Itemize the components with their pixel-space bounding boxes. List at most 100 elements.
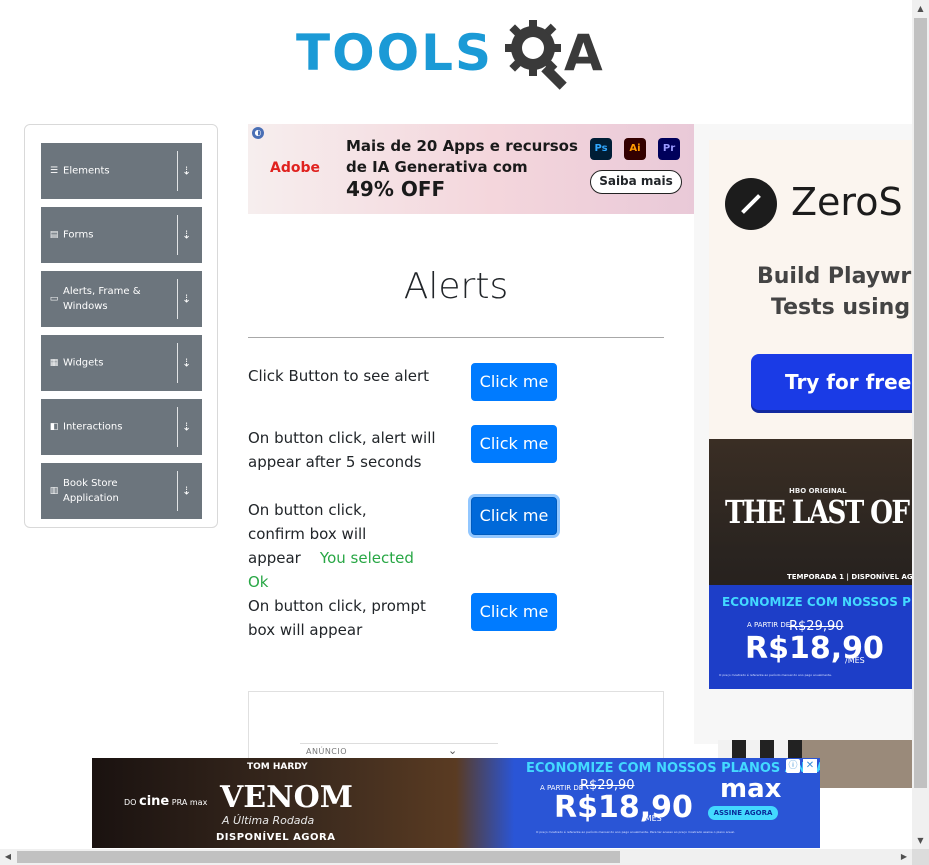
divider	[177, 215, 178, 255]
sidebar-group-label: Alerts, Frame & Windows	[63, 286, 141, 312]
promo-text-main: ECONOMIZE COM NOSSOS	[722, 595, 898, 609]
promo-from: A PARTIR DE	[747, 621, 791, 629]
promo-text: ECONOMIZE COM NOSSOS PLA	[722, 595, 912, 609]
expand-icon: ⇣	[182, 484, 192, 498]
ad-label-text: ANÚNCIO	[306, 747, 348, 756]
movie-title: VENOM	[220, 780, 353, 815]
ad-headline: Mais de 20 Apps e recursos de IA Generat…	[346, 136, 578, 178]
movie-subtitle: A Última Rodada	[222, 814, 315, 827]
grid-icon: ▦	[49, 358, 59, 368]
hamburger-icon: ☰	[49, 166, 59, 176]
scroll-thumb[interactable]	[17, 851, 620, 863]
cine-text: cine	[139, 794, 170, 809]
ad-headline-line2: de IA Generativa com	[346, 158, 528, 176]
expand-icon: ⇣	[182, 292, 192, 306]
confirm-button[interactable]: Click me	[471, 497, 557, 535]
right-ad-column[interactable]: ZeroS Build Playwr Tests using Try for f…	[694, 124, 912, 744]
ad-info-icon[interactable]: ⓘ	[786, 759, 800, 773]
alert-row-2-label: On button click, alert will appear after…	[248, 429, 436, 471]
sidebar-group-forms[interactable]: ▤ Forms ⇣	[41, 207, 202, 263]
divider	[177, 471, 178, 511]
ad-choices-icon[interactable]: ◐	[252, 127, 264, 139]
expand-icon: ⇣	[182, 164, 192, 178]
page-title: Alerts	[403, 266, 509, 307]
sidebar-group-label: Book Store Application	[63, 478, 119, 504]
scroll-thumb[interactable]	[914, 18, 927, 788]
price-period: /MÊS	[845, 656, 865, 665]
gear-magnifier-icon	[505, 20, 567, 90]
window-icon: ▭	[49, 294, 59, 304]
price: R$18,90	[554, 790, 693, 825]
premiere-icon: Pr	[658, 138, 680, 160]
ad-headline-line1: Mais de 20 Apps e recursos	[346, 137, 578, 155]
lou-title: THE LAST OF US	[725, 493, 912, 531]
zerostep-name: ZeroS	[791, 180, 903, 224]
venom-max-ad-banner[interactable]: DO cine PRA max TOM HARDY VENOM A Última…	[92, 758, 820, 848]
close-icon[interactable]: ✕	[803, 759, 817, 773]
try-for-free-button[interactable]: Try for free	[751, 354, 912, 410]
sidebar-group-label: Widgets	[63, 357, 104, 369]
form-icon: ▤	[49, 230, 59, 240]
lou-season: TEMPORADA 1 | DISPONÍVEL AGO	[787, 573, 912, 581]
scroll-down-icon[interactable]: ▼	[912, 832, 929, 849]
do-cine-pra-max-logo: DO cine PRA max	[124, 794, 207, 809]
zerostep-line1: Build Playwr	[757, 264, 912, 289]
sidebar-group-label: Elements	[63, 165, 110, 177]
illustrator-icon: Ai	[624, 138, 646, 160]
promo-text-highlight: PLA	[902, 595, 912, 609]
do-text: DO	[124, 798, 137, 807]
alert-row-4-label: On button click, prompt box will appear	[248, 597, 426, 639]
sidebar: ☰ Elements ⇣ ▤ Forms ⇣ ▭ Alerts, Frame &…	[24, 124, 218, 528]
scrollbar-corner	[912, 849, 929, 865]
alert-button[interactable]: Click me	[471, 363, 557, 401]
interaction-icon: ◧	[49, 422, 59, 432]
scroll-right-icon[interactable]: ▶	[896, 849, 912, 865]
ad-discount: 49% OFF	[346, 177, 446, 201]
divider	[177, 407, 178, 447]
zerostep-logo-icon	[725, 178, 777, 230]
adobe-logo: Adobe	[270, 160, 320, 176]
logo-suffix: A	[564, 24, 603, 82]
books-icon: ▥	[49, 486, 59, 496]
sidebar-group-book-store[interactable]: ▥ Book Store Application ⇣	[41, 463, 202, 519]
prompt-button[interactable]: Click me	[471, 593, 557, 631]
zerostep-line2: Tests using	[771, 295, 911, 320]
alert-row-1-label: Click Button to see alert	[248, 367, 430, 385]
price-period: /MÊS	[642, 814, 662, 823]
fine-print: O preço mostrado é referente ao período …	[536, 830, 736, 834]
toolsqa-logo[interactable]: TOOLS A	[296, 16, 620, 92]
sidebar-group-widgets[interactable]: ▦ Widgets ⇣	[41, 335, 202, 391]
page: TOOLS A ☰ Elements ⇣ ▤ Forms ⇣ ▭ Alerts,…	[0, 0, 929, 865]
scroll-left-icon[interactable]: ◀	[0, 849, 16, 865]
available-now: DISPONÍVEL AGORA	[216, 832, 336, 843]
expand-icon: ⇣	[182, 420, 192, 434]
pra-max-text: PRA max	[171, 798, 208, 807]
divider	[177, 343, 178, 383]
saiba-mais-button[interactable]: Saiba mais	[590, 170, 682, 194]
sidebar-group-interactions[interactable]: ◧ Interactions ⇣	[41, 399, 202, 455]
scroll-up-icon[interactable]: ▲	[912, 0, 929, 17]
title-divider	[248, 337, 664, 338]
expand-icon: ⇣	[182, 228, 192, 242]
zerostep-ad[interactable]: ZeroS Build Playwr Tests using Try for f…	[709, 140, 912, 440]
horizontal-scrollbar[interactable]: ◀ ▶	[0, 849, 912, 865]
sidebar-group-elements[interactable]: ☰ Elements ⇣	[41, 143, 202, 199]
adobe-ad-banner[interactable]: ◐ Adobe Mais de 20 Apps e recursos de IA…	[248, 124, 694, 214]
chevron-down-icon[interactable]: ⌄	[448, 743, 458, 759]
ad-label: ANÚNCIO ⌄	[300, 743, 498, 759]
divider	[177, 151, 178, 191]
expand-icon: ⇣	[182, 356, 192, 370]
actor-name: TOM HARDY	[247, 762, 308, 772]
fine-print: O preço mostrado é referente ao período …	[719, 673, 832, 677]
promo-text-main: ECONOMIZE COM NOSSOS	[526, 761, 717, 776]
vertical-scrollbar[interactable]: ▲ ▼	[912, 0, 929, 849]
sidebar-group-label: Forms	[63, 229, 94, 241]
sidebar-group-alerts[interactable]: ▭ Alerts, Frame & Windows ⇣	[41, 271, 202, 327]
photoshop-icon: Ps	[590, 138, 612, 160]
divider	[177, 279, 178, 319]
logo-text: TOOLS	[296, 24, 493, 82]
assine-agora-button[interactable]: ASSINE AGORA	[708, 806, 778, 820]
timer-alert-button[interactable]: Click me	[471, 425, 557, 463]
max-promo[interactable]: ECONOMIZE COM NOSSOS PLA A PARTIR DE R$2…	[709, 585, 912, 689]
sidebar-group-label: Interactions	[63, 421, 123, 433]
